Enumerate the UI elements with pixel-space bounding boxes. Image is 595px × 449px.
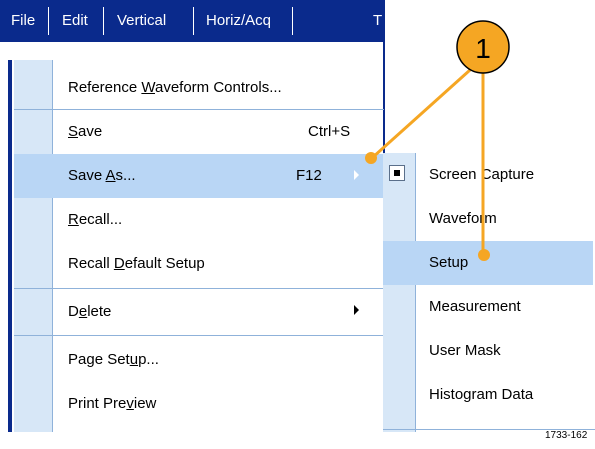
callout-leader-line bbox=[370, 68, 472, 160]
figure-id: 1733-162 bbox=[545, 430, 588, 441]
callout-annotation: 1 bbox=[365, 20, 510, 261]
callout-number: 1 bbox=[475, 33, 491, 64]
callout-endpoint-dot bbox=[365, 152, 377, 164]
callout-endpoint-dot bbox=[478, 249, 490, 261]
